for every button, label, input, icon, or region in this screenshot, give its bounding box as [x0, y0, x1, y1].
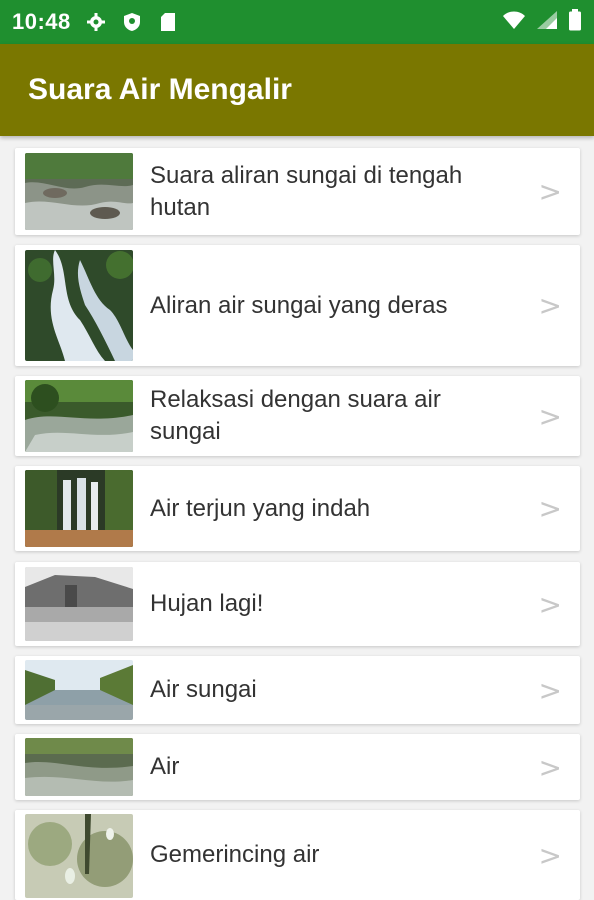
cell-signal-icon — [536, 10, 558, 35]
list-item-label: Air terjun yang indah — [150, 494, 371, 522]
status-time: 10:48 — [12, 9, 71, 34]
list-item-label: Hujan lagi! — [150, 590, 264, 617]
sim-card-icon — [157, 11, 179, 33]
list-item-label: Suara aliran sungai di tengah hutan — [150, 161, 463, 221]
chevron-right-icon: > — [538, 399, 562, 433]
list-item[interactable]: Aliran air sungai yang deras > — [15, 245, 580, 366]
chevron-right-icon: > — [538, 750, 562, 784]
list-item[interactable]: Relaksasi dengan suara air sungai > — [15, 376, 580, 456]
thumbnail-image — [25, 250, 133, 361]
list-item[interactable]: Gemerincing air > — [15, 810, 580, 900]
status-bar: 10:48 — [0, 0, 594, 44]
thumbnail-image — [25, 567, 133, 641]
gear-icon — [85, 11, 107, 33]
app-bar: Suara Air Mengalir — [0, 44, 594, 136]
thumbnail-image — [25, 153, 133, 230]
chevron-right-icon: > — [538, 492, 562, 525]
shield-icon — [121, 11, 143, 33]
list-item-label: Air — [150, 753, 180, 780]
page-title: Suara Air Mengalir — [28, 73, 292, 106]
list-item-label: Relaksasi dengan suara air sungai — [150, 386, 441, 445]
list-item[interactable]: Hujan lagi! > — [15, 562, 580, 646]
list-item[interactable]: Air > — [15, 734, 580, 800]
list-item-label: Air sungai — [150, 676, 257, 703]
sound-list[interactable]: Suara aliran sungai di tengah hutan > Al… — [0, 136, 594, 900]
chevron-right-icon: > — [538, 175, 562, 208]
thumbnail-image — [25, 660, 133, 720]
thumbnail-image — [25, 380, 133, 452]
chevron-right-icon: > — [538, 673, 562, 707]
thumbnail-image — [25, 470, 133, 547]
list-item[interactable]: Air sungai > — [15, 656, 580, 724]
list-item-label: Gemerincing air — [150, 841, 320, 868]
list-item-label: Aliran air sungai yang deras — [150, 291, 448, 319]
thumbnail-image — [25, 814, 133, 898]
chevron-right-icon: > — [538, 289, 562, 322]
list-item[interactable]: Air terjun yang indah > — [15, 466, 580, 551]
chevron-right-icon: > — [538, 838, 562, 872]
list-item[interactable]: Suara aliran sungai di tengah hutan > — [15, 148, 580, 235]
thumbnail-image — [25, 738, 133, 796]
battery-icon — [568, 8, 582, 36]
chevron-right-icon: > — [538, 587, 562, 621]
wifi-icon — [502, 10, 526, 35]
